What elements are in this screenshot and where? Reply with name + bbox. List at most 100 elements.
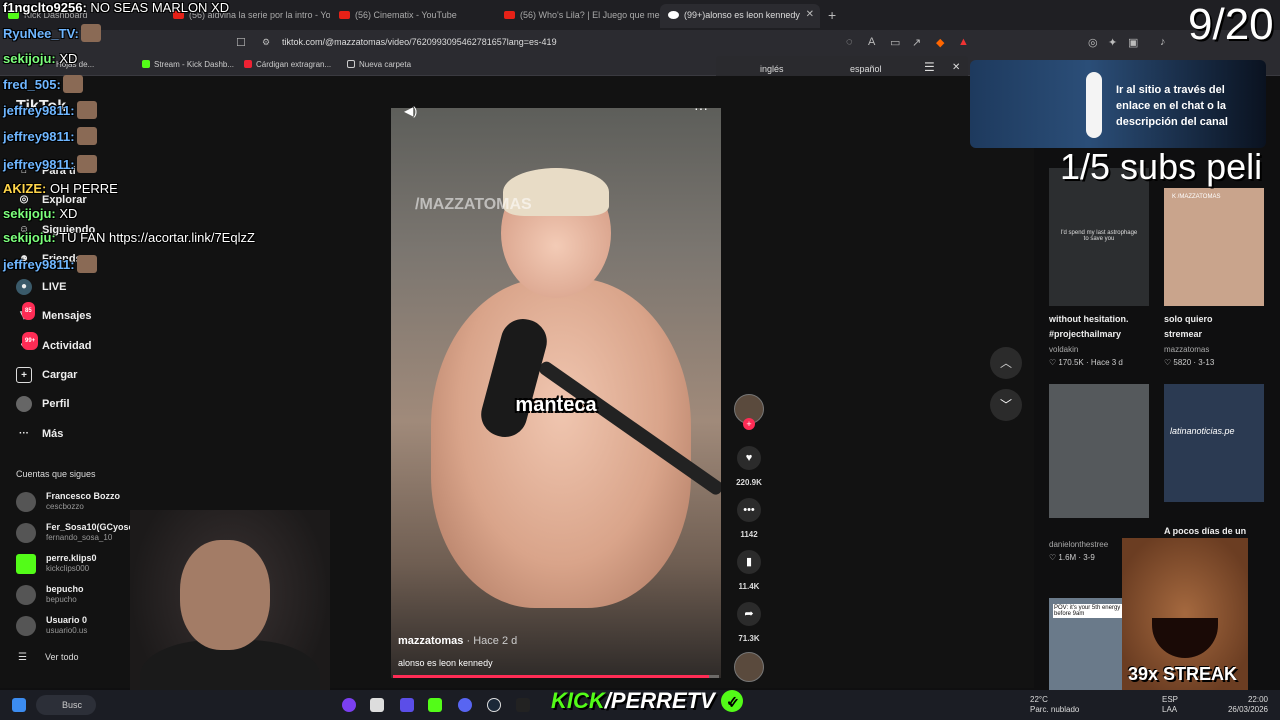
video-author[interactable]: mazzatomas · Hace 2 d <box>398 635 517 647</box>
heart-icon[interactable]: ♥ <box>737 446 761 470</box>
chat-username: jeffrey9811: <box>3 157 75 172</box>
translate-target-tab[interactable]: español <box>850 64 882 74</box>
youtube-icon <box>339 11 350 19</box>
chat-emote-icon <box>76 101 97 119</box>
video-author[interactable]: voldakin <box>1049 345 1078 354</box>
save-icon[interactable]: ▣ <box>1128 36 1138 49</box>
capcut-icon[interactable] <box>370 698 384 712</box>
translate-source-tab[interactable]: inglés <box>760 64 784 74</box>
close-icon[interactable]: ✕ <box>806 9 814 20</box>
screen-icon[interactable]: ▭ <box>890 36 900 49</box>
share-icon[interactable]: ➦ <box>737 602 761 626</box>
address-bar: ☐ ⚙ tiktok.com/@mazzatomas/video/7620993… <box>0 30 1280 54</box>
streak-label: 39x STREAK <box>1128 664 1238 684</box>
chat-username: f1ngclto9256: <box>3 0 87 15</box>
site-info-icon[interactable]: ⚙ <box>262 37 270 48</box>
streamer-webcam <box>130 510 330 720</box>
app-icon[interactable] <box>400 698 414 712</box>
taskbar-search[interactable]: Busc <box>36 695 96 715</box>
shares-count: 71.3K <box>738 634 760 643</box>
comment-icon[interactable]: ••• <box>737 498 761 522</box>
clock[interactable]: 22:00 26/03/2026 <box>1226 695 1268 715</box>
chat-username: jeffrey9811: <box>3 129 75 144</box>
discord-icon[interactable] <box>458 698 472 712</box>
volume-icon[interactable]: ◀) <box>404 104 417 118</box>
chat-message: AKIZE: OH PERRE <box>3 181 118 196</box>
chat-username: jeffrey9811: <box>3 257 75 272</box>
chevron-down-icon[interactable]: ﹀ <box>990 389 1022 421</box>
chat-username: sekijoju: <box>3 51 56 66</box>
video-title[interactable]: A pocos días de un <box>1164 524 1246 539</box>
youtube-icon <box>504 11 515 19</box>
chat-emote-icon <box>76 255 97 273</box>
puzzle-icon[interactable]: ✦ <box>1108 36 1117 49</box>
chat-message: sekijoju: XD <box>3 206 77 221</box>
app-icon[interactable] <box>342 698 356 712</box>
weather-widget[interactable]: 22°C Parc. nublado <box>1030 695 1079 715</box>
promo-overlay: Ir al sitio a través del enlace en el ch… <box>970 60 1266 148</box>
chat-emote-icon <box>62 75 83 93</box>
sidebar-item-actividad[interactable]: ♢99+Actividad <box>16 332 92 354</box>
bookmark-item[interactable]: Cárdigan extragran... <box>244 60 331 69</box>
video-stats: ♡ 1.6M · 3-9 <box>1049 553 1095 562</box>
follow-plus-icon[interactable]: + <box>743 418 755 430</box>
chat-text: XD <box>55 206 78 221</box>
translate-icon[interactable]: A <box>868 36 875 48</box>
more-icon: ··· <box>19 428 29 439</box>
bookmark-item[interactable]: Stream - Kick Dashb... <box>142 60 234 69</box>
tab-tiktok[interactable]: (99+)alonso es leon kennedy ✕ <box>660 4 820 28</box>
menu-icon[interactable]: ☰ <box>924 60 935 74</box>
avatar <box>16 554 36 574</box>
video-player[interactable]: /MAZZATOMAS manteca mazzatomas · Hace 2 … <box>391 108 721 678</box>
mute-icon[interactable]: ◌ <box>846 36 853 48</box>
bookmark-item[interactable]: Nueva carpeta <box>347 60 411 69</box>
likes-count: 220.9K <box>736 478 762 487</box>
sound-disc-icon[interactable] <box>734 652 764 682</box>
sidebar-item-perfil[interactable]: Perfil <box>16 396 70 412</box>
chat-text: XD <box>55 51 78 66</box>
chat-message: jeffrey9811: <box>3 101 97 119</box>
live-icon: ● <box>16 279 32 295</box>
steam-icon[interactable] <box>487 698 501 712</box>
chat-message: jeffrey9811: <box>3 127 97 145</box>
video-title[interactable]: solo quiero stremear <box>1164 312 1213 342</box>
video-progress[interactable] <box>393 675 719 678</box>
url-field[interactable]: tiktok.com/@mazzatomas/video/76209930954… <box>282 37 557 47</box>
brave-shield-icon[interactable]: ◆ <box>936 36 944 49</box>
video-author[interactable]: danielonthestree <box>1049 540 1108 549</box>
sidebar-item-mensajes[interactable]: ▽85Mensajes <box>16 302 92 324</box>
new-tab-button[interactable]: + <box>828 7 836 23</box>
app-icon[interactable] <box>516 698 530 712</box>
video-thumbnail[interactable]: latinanoticias.pe <box>1164 384 1264 502</box>
sidebar-item-mas[interactable]: ··· Más <box>16 426 63 442</box>
video-title[interactable]: without hesitation. #projecthailmary <box>1049 312 1129 342</box>
chevron-up-icon[interactable]: ︿ <box>990 347 1022 379</box>
windows-start-icon[interactable] <box>12 698 26 712</box>
avatar <box>16 523 36 543</box>
chat-message: jeffrey9811: <box>3 155 97 173</box>
see-all-link[interactable]: Ver todo <box>45 652 79 662</box>
video-stats: ♡ 5820 · 3-13 <box>1164 358 1215 367</box>
video-thumbnail[interactable] <box>1049 384 1149 518</box>
tab-youtube-3[interactable]: (56) Who's Lila? | El Juego que me Ro <box>496 4 661 28</box>
language-indicator[interactable]: ESP LAA <box>1162 695 1178 715</box>
chat-message: sekijoju: TU FAN https://acortar.link/7E… <box>3 230 255 245</box>
brave-rewards-icon[interactable]: ▲ <box>958 36 969 48</box>
chat-username: jeffrey9811: <box>3 103 75 118</box>
close-icon[interactable]: ✕ <box>952 62 960 73</box>
share-icon[interactable]: ↗ <box>912 36 921 49</box>
video-thumbnail[interactable]: K /MAZZATOMAS <box>1164 188 1264 306</box>
video-thumbnail[interactable]: I'd spend my last astrophage to save you <box>1049 168 1149 306</box>
messages-badge: 85 <box>22 302 35 320</box>
sidebar-item-cargar[interactable]: + Cargar <box>16 367 77 383</box>
tab-youtube-2[interactable]: (56) Cinematix - YouTube <box>331 4 496 28</box>
video-author[interactable]: mazzatomas <box>1164 345 1209 354</box>
bookmark-icon[interactable]: ▮ <box>737 550 761 574</box>
shop-icon <box>244 60 252 68</box>
bookmark-icon[interactable]: ☐ <box>236 36 246 49</box>
kick-icon[interactable] <box>428 698 442 712</box>
sidebar-item-live[interactable]: ● LIVE <box>16 279 66 295</box>
music-icon[interactable]: ♪ <box>1160 36 1166 48</box>
extension-icon[interactable]: ◎ <box>1088 36 1098 49</box>
chat-username: AKIZE: <box>3 181 47 196</box>
